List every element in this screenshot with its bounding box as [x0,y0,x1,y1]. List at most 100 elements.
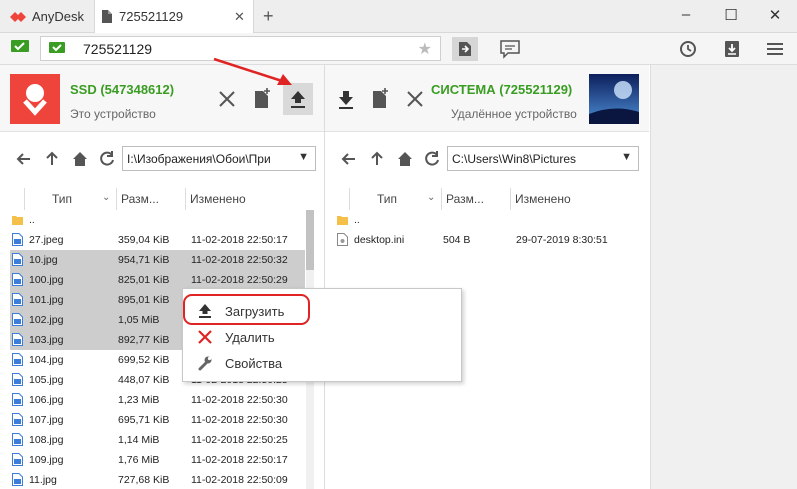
file-name: 108.jpg [29,434,64,446]
file-modified: 11-02-2018 22:50:09 [191,474,288,486]
remote-new-folder-button[interactable] [365,83,395,115]
verified-screen-icon [49,42,65,53]
file-row[interactable]: 106.jpg 1,23 MiB 11-02-2018 22:50:30 [10,390,305,410]
file-size: 892,77 KiB [118,334,170,346]
install-button[interactable] [719,37,745,61]
file-row[interactable]: 27.jpeg 359,04 KiB 11-02-2018 22:50:17 [10,230,305,250]
back-arrow-icon[interactable] [339,149,359,169]
context-menu-label: Загрузить [225,304,285,319]
remote-cancel-button[interactable] [400,83,430,115]
folder-icon [12,216,23,225]
chat-bubble-icon [500,40,520,59]
column-separator [441,188,442,210]
file-size: 1,76 MiB [118,454,160,466]
file-name: 107.jpg [29,414,64,426]
chevron-down-icon[interactable]: ▼ [621,151,632,163]
column-type[interactable]: Тип [377,192,397,206]
favorite-star-icon[interactable]: ★ [418,39,432,59]
delete-x-icon [198,330,212,344]
file-size: 727,68 KiB [118,474,170,486]
maximize-button[interactable]: ☐ [719,6,743,26]
column-type[interactable]: Тип [52,192,72,206]
file-row[interactable]: 108.jpg 1,14 MiB 11-02-2018 22:50:25 [10,430,305,450]
file-modified: 29-07-2019 8:30:51 [516,234,608,246]
file-row[interactable]: 107.jpg 695,71 KiB 11-02-2018 22:50:30 [10,410,305,430]
remote-device-header: СИСТЕМА (725521129) Удалённое устройство [325,65,649,132]
up-arrow-icon[interactable] [367,149,387,169]
remote-path-value: C:\Users\Win8\Pictures [452,152,577,166]
file-name: 100.jpg [29,274,64,286]
file-row[interactable]: desktop.ini 504 B 29-07-2019 8:30:51 [335,230,630,250]
home-icon[interactable] [395,149,415,169]
scrollbar-thumb[interactable] [306,210,314,270]
back-arrow-icon[interactable] [14,149,34,169]
folder-icon [337,216,348,225]
ini-file-icon [337,233,348,246]
file-name: 101.jpg [29,294,64,306]
home-icon[interactable] [70,149,90,169]
column-size[interactable]: Разм... [446,192,484,206]
chat-button[interactable] [497,37,523,61]
up-arrow-icon[interactable] [42,149,62,169]
context-menu-item-delete[interactable]: Удалить [183,325,461,349]
tab-close-icon[interactable]: ✕ [234,9,245,25]
tab-session[interactable]: 725521129 ✕ [94,0,254,34]
file-name: .. [29,214,35,226]
file-row[interactable]: 100.jpg 825,01 KiB 11-02-2018 22:50:29 [10,270,305,290]
image-file-icon [12,353,23,366]
image-file-icon [12,253,23,266]
sort-chevron-icon[interactable]: ⌄ [427,192,435,203]
empty-side-area [650,65,797,489]
context-menu-item-properties[interactable]: Свойства [183,351,461,375]
column-separator [185,188,186,210]
column-modified[interactable]: Изменено [515,192,571,206]
local-nav-bar: I:\Изображения\Обои\При ▼ [0,143,324,175]
column-modified[interactable]: Изменено [190,192,246,206]
local-path-input[interactable]: I:\Изображения\Обои\При ▼ [122,146,316,171]
minimize-button[interactable]: – [674,6,698,26]
column-size[interactable]: Разм... [121,192,159,206]
image-file-icon [12,293,23,306]
download-button[interactable] [331,83,361,115]
image-file-icon [12,313,23,326]
new-tab-plus-icon[interactable]: + [263,6,274,27]
refresh-icon[interactable] [422,149,442,169]
local-device-name: SSD (547348612) [70,82,175,97]
image-file-icon [12,273,23,286]
file-modified: 11-02-2018 22:50:30 [191,414,288,426]
connection-status-icon [11,40,29,52]
context-menu-item-upload[interactable]: Загрузить [183,299,461,323]
refresh-icon[interactable] [97,149,117,169]
context-menu: Загрузить Удалить Свойства [182,288,462,382]
file-size: 1,14 MiB [118,434,160,446]
local-path-value: I:\Изображения\Обои\При [127,152,271,166]
remote-nav-bar: C:\Users\Win8\Pictures ▼ [325,143,649,175]
file-row[interactable]: .. [335,210,630,230]
image-file-icon [12,393,23,406]
remote-device-name: СИСТЕМА (725521129) [431,82,573,97]
file-modified: 11-02-2018 22:50:30 [191,394,288,406]
file-row[interactable]: 11.jpg 727,68 KiB 11-02-2018 22:50:09 [10,470,305,489]
file-row[interactable]: .. [10,210,305,230]
image-file-icon [12,433,23,446]
file-size: 695,71 KiB [118,414,170,426]
history-button[interactable] [675,37,701,61]
close-x-icon [407,91,423,107]
file-modified: 11-02-2018 22:50:17 [191,234,288,246]
file-size: 895,01 KiB [118,294,170,306]
remote-path-input[interactable]: C:\Users\Win8\Pictures ▼ [447,146,639,171]
image-file-icon [12,453,23,466]
tab-label: 725521129 [119,9,184,24]
sort-chevron-icon[interactable]: ⌄ [102,192,110,203]
context-menu-label: Удалить [225,330,275,345]
file-size: 825,01 KiB [118,274,170,286]
file-row[interactable]: 109.jpg 1,76 MiB 11-02-2018 22:50:17 [10,450,305,470]
context-menu-label: Свойства [225,356,283,371]
main-menu-button[interactable] [762,37,788,61]
file-row[interactable]: 10.jpg 954,71 KiB 11-02-2018 22:50:32 [10,250,305,270]
chevron-down-icon[interactable]: ▼ [298,151,309,163]
file-transfer-button[interactable] [452,37,478,61]
history-clock-icon [680,41,696,57]
file-name: 10.jpg [29,254,58,266]
close-window-button[interactable]: ✕ [763,6,787,26]
